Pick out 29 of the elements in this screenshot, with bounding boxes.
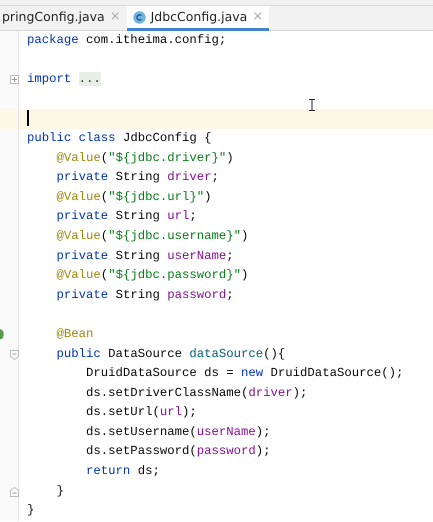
text-caret [27,110,29,126]
collapse-icon[interactable] [10,486,19,497]
text-cursor-icon [309,99,315,111]
collapse-icon[interactable] [10,350,19,360]
code-line: @Value("${jdbc.url}") [56,188,213,206]
code-line: public DataSource dataSource(){ [56,346,286,362]
code-line: @Value("${jdbc.driver}") [56,150,235,167]
code-line: return ds; [85,463,161,480]
editor-tab[interactable]: pringConfig.java × [0,6,127,31]
code-line: ds.setDriverClassName(driver); [85,384,308,402]
code-line: public class JdbcConfig { [26,130,212,147]
code-line: } [26,502,36,520]
code-line: import ... [26,71,102,88]
code-line: private String password; [56,286,235,304]
editor-tab[interactable]: JdbcConfig.java × [126,6,270,31]
code-line: package com.itheima.config; [26,32,228,49]
code-line: DruidDataSource ds = new DruidDataSource(); [85,365,404,382]
code-line: ds.setUsername(userName); [85,424,272,441]
code-line: ds.setUrl(url); [85,404,198,422]
code-line: private String driver; [56,169,220,186]
code-line: ds.setPassword(password); [85,443,272,460]
code-line: private String userName; [56,248,235,265]
bean-icon[interactable] [0,328,5,339]
code-line: @Value("${jdbc.password}") [56,267,250,284]
code-line: private String url; [56,208,198,226]
code-line: } [56,482,65,500]
code-line: @Bean [56,326,94,343]
expand-icon[interactable] [10,75,19,86]
code-line: @Value("${jdbc.username}") [56,228,250,245]
